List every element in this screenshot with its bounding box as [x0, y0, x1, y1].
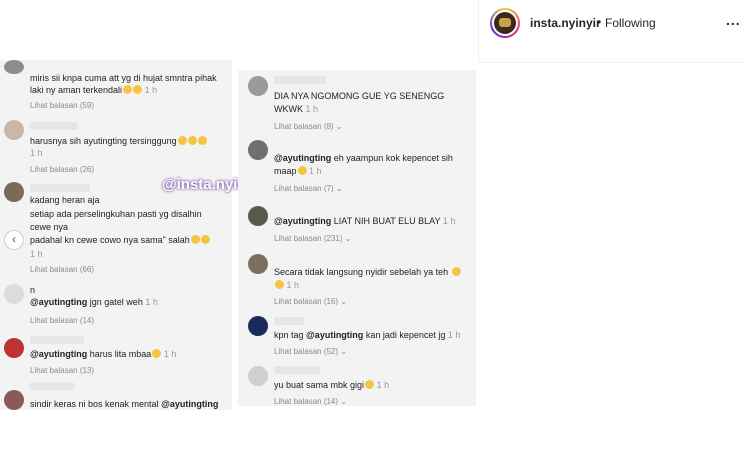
emoji-icon — [187, 136, 197, 145]
separator-dot: • — [597, 15, 602, 29]
comment-time: 1 h — [30, 148, 43, 158]
emoji-icon — [123, 85, 133, 94]
comment-text: DIA NYA NGOMONG GUE YG SENENGG — [274, 91, 445, 101]
comment-text: cewe nya — [30, 222, 69, 232]
redacted-username — [30, 184, 90, 192]
view-replies-link[interactable]: Lihat balasan (26) — [30, 165, 94, 174]
comment-username: n — [30, 285, 36, 295]
following-button[interactable]: Following — [605, 16, 656, 30]
commenter-avatar — [248, 254, 268, 274]
comment-text: @ayutingting jgn gatel weh 1 h — [30, 297, 158, 307]
view-replies-link[interactable]: Lihat balasan (59) — [30, 101, 94, 110]
redacted-username — [30, 336, 84, 344]
comment-text: maap 1 h — [274, 166, 322, 176]
commenter-avatar — [4, 390, 24, 410]
commenter-avatar — [248, 140, 268, 160]
view-replies-link[interactable]: Lihat balasan (14) — [30, 316, 94, 325]
comment-text: @ayutingting LIAT NIH BUAT ELU BLAY 1 h — [274, 216, 456, 226]
redacted-username — [30, 382, 74, 390]
commenter-avatar — [248, 206, 268, 226]
comment-text: @ayutingting harus lita mbaa 1 h — [30, 349, 177, 359]
comment-text: WKWK 1 h — [274, 104, 319, 114]
view-replies-link[interactable]: Lihat balasan (52) ⌄ — [274, 347, 347, 356]
commenter-avatar — [4, 120, 24, 140]
commenter-avatar — [4, 338, 24, 358]
commenter-avatar — [248, 316, 268, 336]
view-replies-link[interactable]: Lihat balasan (16) ⌄ — [274, 297, 347, 306]
redacted-username — [274, 366, 320, 374]
comment-text: kpn tag @ayutingting kan jadi kepencet j… — [274, 330, 461, 340]
view-replies-link[interactable]: Lihat balasan (8) ⌄ — [274, 122, 343, 131]
emoji-icon — [177, 136, 187, 145]
previous-arrow-icon[interactable]: ‹ — [4, 230, 24, 250]
view-replies-link[interactable]: Lihat balasan (7) ⌄ — [274, 184, 343, 193]
redacted-username — [274, 317, 304, 325]
emoji-icon — [197, 136, 207, 145]
emoji-icon — [451, 267, 461, 276]
comment-text: harusnya sih ayutingting tersinggung — [30, 135, 207, 147]
username-link[interactable]: insta.nyinyir — [530, 16, 601, 30]
commenter-avatar — [248, 76, 268, 96]
view-replies-link[interactable]: Lihat balasan (13) — [30, 366, 94, 375]
comments-screenshot-right: DIA NYA NGOMONG GUE YG SENENGG WKWK 1 h … — [238, 70, 476, 406]
comment-text: setiap ada perselingkuhan pasti yg disal… — [30, 209, 202, 219]
emoji-icon — [365, 380, 375, 389]
comment-text: Secara tidak langsung nyidir sebelah ya … — [274, 266, 461, 278]
view-replies-link[interactable]: Lihat balasan (231) ⌄ — [274, 234, 351, 243]
commenter-avatar — [4, 60, 24, 74]
more-options-icon[interactable]: ... — [726, 12, 741, 28]
comment-text: miris sii knpa cuma att yg di hujat smnt… — [30, 73, 217, 83]
comment-text: laki ny aman terkendali 1 h — [30, 85, 158, 95]
comment-text: 1 h — [274, 279, 299, 291]
profile-avatar[interactable] — [490, 8, 520, 38]
commenter-avatar — [248, 366, 268, 386]
comment-text: padahal kn cewe cowo nya sama" salah — [30, 234, 210, 246]
comment-time: 1 h — [30, 249, 43, 259]
comment-text: sindir keras ni bos kenak mental @ayutin… — [30, 399, 219, 409]
comment-text: @ayutingting eh yaampun kok kepencet sih — [274, 153, 453, 163]
emoji-icon — [297, 166, 307, 175]
comments-screenshot-left: miris sii knpa cuma att yg di hujat smnt… — [0, 60, 232, 410]
view-replies-link[interactable]: Lihat balasan (66) — [30, 265, 94, 274]
commenter-avatar — [4, 284, 24, 304]
comment-text: kadang heran aja — [30, 195, 100, 205]
emoji-icon — [190, 235, 200, 244]
emoji-icon — [133, 85, 143, 94]
emoji-icon — [275, 280, 284, 289]
view-replies-link[interactable]: Lihat balasan (14) ⌄ — [274, 397, 347, 406]
commenter-avatar — [4, 182, 24, 202]
emoji-icon — [200, 235, 210, 244]
emoji-icon — [152, 349, 162, 358]
redacted-username — [30, 122, 78, 130]
comment-text: yu buat sama mbk gigi 1 h — [274, 380, 390, 390]
post-header — [478, 0, 745, 63]
redacted-username — [274, 76, 326, 84]
